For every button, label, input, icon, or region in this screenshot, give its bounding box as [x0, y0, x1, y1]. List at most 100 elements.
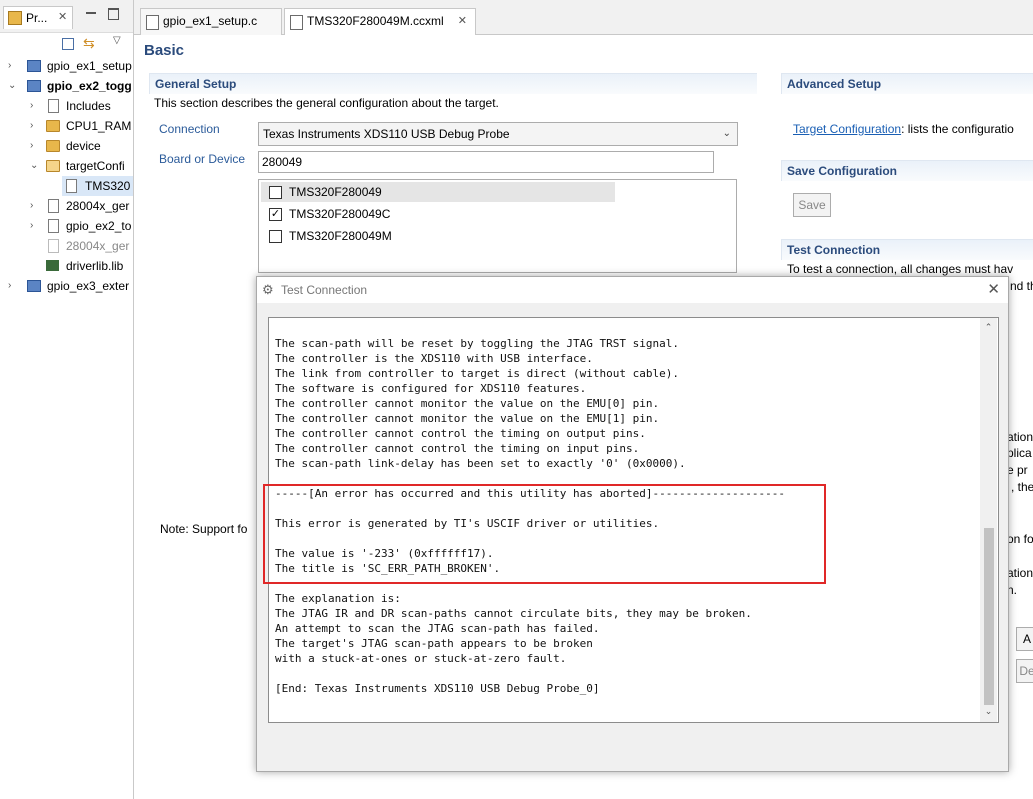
checkbox-checked-icon[interactable]: ✓	[269, 208, 282, 221]
general-setup-header: General Setup	[149, 73, 757, 94]
excluded-file-icon	[48, 239, 59, 253]
device-item[interactable]: TMS320F280049M	[261, 226, 615, 246]
tab-ccxml[interactable]: TMS320F280049M.ccxml ✕	[284, 8, 476, 35]
tree-item-includes[interactable]: › Includes	[0, 96, 133, 116]
open-folder-icon	[46, 160, 60, 172]
cmd-file-icon	[48, 199, 59, 213]
tree-item-label: targetConfi	[66, 159, 125, 173]
view-menu-icon[interactable]: ▽	[113, 35, 121, 46]
tree-item-project[interactable]: › gpio_ex3_exter	[0, 276, 133, 296]
tab-label: TMS320F280049M.ccxml	[307, 14, 444, 28]
error-highlight-box	[263, 484, 826, 584]
tree-item-folder[interactable]: › device	[0, 136, 133, 156]
advanced-setup-text: Target Configuration: lists the configur…	[793, 122, 1014, 136]
tree-item-folder[interactable]: › CPU1_RAM	[0, 116, 133, 136]
minimize-icon[interactable]	[86, 12, 96, 14]
support-note: Note: Support fo	[160, 522, 248, 536]
chevron-down-icon[interactable]: ⌄	[30, 156, 38, 176]
board-or-device-label: Board or Device	[159, 152, 246, 166]
chevron-right-icon[interactable]: ›	[8, 276, 11, 296]
scroll-up-icon[interactable]: ⌃	[980, 320, 997, 334]
tree-item-label: gpio_ex3_exter	[47, 279, 130, 293]
tree-item-label: Includes	[66, 99, 111, 113]
tree-item-file[interactable]: 28004x_ger	[0, 236, 133, 256]
tree-item-label: gpio_ex2_togg	[47, 79, 132, 93]
tab-gpio-ex1-setup-c[interactable]: gpio_ex1_setup.c	[140, 8, 282, 35]
chevron-right-icon[interactable]: ›	[30, 96, 33, 116]
editor-tab-bar: gpio_ex1_setup.c TMS320F280049M.ccxml ✕	[134, 0, 1033, 35]
chevron-right-icon[interactable]: ›	[30, 196, 33, 216]
tree-item-project[interactable]: › gpio_ex1_setup	[0, 56, 133, 76]
project-explorer-tab[interactable]: Pr... ✕	[3, 6, 73, 29]
advanced-setup-suffix: : lists the configuratio	[901, 122, 1014, 136]
close-icon[interactable]: ✕	[458, 9, 467, 34]
folder-icon	[46, 140, 60, 152]
link-editor-icon[interactable]: ⇆	[83, 35, 95, 52]
tree-item-label: CPU1_RAM	[66, 119, 132, 133]
test-connection-text-2: nd th	[1010, 279, 1033, 293]
console-line: The controller cannot control the timing…	[275, 442, 640, 455]
tree-item-folder[interactable]: ⌄ targetConfi	[0, 156, 133, 176]
target-configuration-link[interactable]: Target Configuration	[793, 122, 901, 136]
collapse-all-icon[interactable]	[62, 38, 74, 50]
dialog-title: Test Connection	[281, 283, 368, 297]
advanced-setup-header: Advanced Setup	[781, 73, 1033, 94]
c-file-icon	[48, 219, 59, 233]
truncated-text: , the	[1011, 480, 1033, 494]
tree-item-file-selected[interactable]: TMS320	[62, 176, 133, 196]
connection-select[interactable]: Texas Instruments XDS110 USB Debug Probe…	[258, 122, 738, 146]
partially-visible-button[interactable]: A	[1016, 627, 1033, 651]
tree-item-project[interactable]: ⌄ gpio_ex2_togg	[0, 76, 133, 96]
close-icon[interactable]: ✕	[58, 10, 67, 23]
folder-icon	[46, 120, 60, 132]
tree-item-label: driverlib.lib	[66, 259, 124, 273]
maximize-icon[interactable]	[108, 8, 119, 20]
chevron-right-icon[interactable]: ›	[30, 116, 33, 136]
truncated-text: e pr	[1007, 463, 1028, 477]
console-line: The controller cannot monitor the value …	[275, 412, 660, 425]
dialog-title-bar[interactable]: ⚙ Test Connection ✕	[257, 277, 1008, 303]
chevron-right-icon[interactable]: ›	[30, 216, 33, 236]
console-line: The explanation is:	[275, 592, 401, 605]
truncated-text: plica	[1007, 446, 1032, 460]
project-explorer: Pr... ✕ ⇆ ▽ › gpio_ex1_setup ⌄ gpio_ex2_…	[0, 0, 134, 799]
page-title: Basic	[144, 42, 185, 59]
chevron-right-icon[interactable]: ›	[8, 56, 11, 76]
scroll-thumb[interactable]	[984, 528, 994, 705]
chevron-down-icon[interactable]: ⌄	[8, 76, 16, 96]
test-connection-header: Test Connection	[781, 239, 1033, 260]
checkbox-icon[interactable]	[269, 186, 282, 199]
tree-item-file[interactable]: › gpio_ex2_to	[0, 216, 133, 236]
tree-item-label: gpio_ex1_setup	[47, 59, 132, 73]
truncated-text: ation	[1007, 566, 1033, 580]
device-name: TMS320F280049M	[289, 229, 392, 243]
console-line: The scan-path will be reset by toggling …	[275, 337, 679, 350]
device-list: TMS320F280049 ✓ TMS320F280049C TMS320F28…	[258, 179, 737, 273]
project-explorer-tab-label: Pr...	[26, 11, 48, 25]
partially-visible-button[interactable]: De	[1016, 659, 1033, 683]
tree-item-label: 28004x_ger	[66, 199, 130, 213]
scroll-down-icon[interactable]: ⌄	[980, 704, 997, 718]
board-or-device-input[interactable]: 280049	[258, 151, 714, 173]
device-item[interactable]: ✓ TMS320F280049C	[261, 204, 615, 224]
console-line: with a stuck-at-ones or stuck-at-zero fa…	[275, 652, 567, 665]
tree-item-label: 28004x_ger	[66, 239, 130, 253]
save-button[interactable]: Save	[793, 193, 831, 217]
console-line: The JTAG IR and DR scan-paths cannot cir…	[275, 607, 752, 620]
tab-label: gpio_ex1_setup.c	[163, 14, 258, 28]
project-explorer-icon	[8, 11, 22, 25]
general-setup-description: This section describes the general confi…	[154, 96, 499, 110]
save-configuration-header: Save Configuration	[781, 160, 1033, 181]
tree-item-file[interactable]: driverlib.lib	[0, 256, 133, 276]
close-icon[interactable]: ✕	[987, 280, 1000, 298]
connection-label: Connection	[159, 122, 220, 136]
chevron-right-icon[interactable]: ›	[30, 136, 33, 156]
vertical-scrollbar[interactable]: ⌃ ⌄	[980, 318, 997, 722]
device-item[interactable]: TMS320F280049	[261, 182, 615, 202]
checkbox-icon[interactable]	[269, 230, 282, 243]
connection-value: Texas Instruments XDS110 USB Debug Probe	[263, 127, 510, 141]
console-line: The controller cannot control the timing…	[275, 427, 646, 440]
truncated-text: ation	[1007, 430, 1033, 444]
dropdown-arrow-icon: ⌄	[722, 128, 731, 139]
tree-item-file[interactable]: › 28004x_ger	[0, 196, 133, 216]
